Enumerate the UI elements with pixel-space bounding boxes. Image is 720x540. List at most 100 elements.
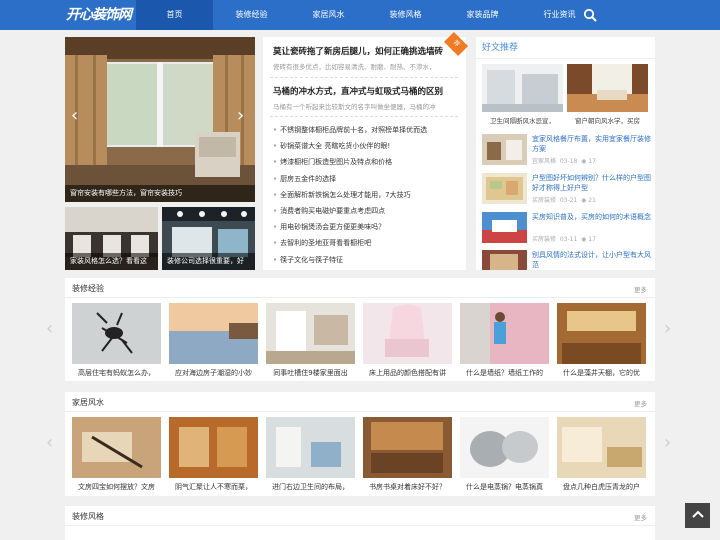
arrow-up-icon: [691, 510, 704, 518]
gallery-label[interactable]: 什么是墙纸？墙纸工作的: [460, 368, 549, 378]
article-thumb[interactable]: [482, 173, 527, 204]
carousel-next-arrow[interactable]: ›: [664, 432, 671, 453]
divider: [65, 525, 655, 526]
carousel-prev-arrow[interactable]: ‹: [46, 432, 53, 453]
back-to-top-button[interactable]: [685, 503, 710, 528]
gallery-image[interactable]: [169, 417, 258, 478]
gallery-image[interactable]: [363, 417, 452, 478]
article-meta: 买房装修 03-11 ◉ 17: [532, 236, 596, 243]
sub-pic-2-caption[interactable]: 装修公司选择很重要，好: [162, 253, 255, 270]
side-title: 好文推荐: [482, 43, 519, 53]
headline-desc-1: 瓷砖有很多优点，比如容易清洗、耐磨、耐热、不渗水，: [273, 63, 436, 71]
side-article-4[interactable]: 别具风情的法式设计，让小户型有大风范: [482, 250, 652, 270]
section-title: 家居风水: [72, 398, 104, 407]
gallery-image[interactable]: [557, 417, 646, 478]
article-title[interactable]: 户型图好坏如何辨别？什么样的户型图好才称得上好户型: [532, 173, 652, 193]
news-item[interactable]: 不锈钢整体橱柜品牌前十名，对照榜单择优而选: [273, 122, 459, 138]
side-pic-2[interactable]: [567, 64, 648, 112]
gallery-image[interactable]: [557, 303, 646, 364]
headline-news-list: 不锈钢整体橱柜品牌前十名，对照榜单择优而选 砂锅菜谱大全 亮瞎吃货小伙伴的眼! …: [273, 122, 459, 268]
main-slider[interactable]: ‹ › 窗帘安装有哪些方法，窗帘安装技巧: [65, 37, 255, 202]
gallery-image[interactable]: [169, 303, 258, 364]
section-title: 装修风格: [72, 512, 104, 521]
eye-icon: ◉: [581, 197, 587, 204]
side-pic-1-image: [482, 64, 563, 112]
gallery-label[interactable]: 文房四宝如何摆放？文房: [72, 482, 161, 492]
divider: [270, 116, 458, 117]
article-title[interactable]: 别具风情的法式设计，让小户型有大风范: [532, 250, 652, 270]
article-meta: 买房装修 03-21 ◉ 21: [532, 197, 596, 204]
gallery-label[interactable]: 盘点几种白虎压青龙的户: [557, 482, 646, 492]
more-link[interactable]: 更多: [634, 284, 647, 294]
news-item[interactable]: 全面解析新铁锅怎么处理才能用，7大技巧: [273, 187, 459, 203]
news-item[interactable]: 烤漆橱柜门板造型图片及特点和价格: [273, 154, 459, 170]
headline-desc-2: 马桶有一个听起来比较斯文的名字叫做坐便器，马桶的冲: [273, 103, 436, 111]
gallery-label[interactable]: 什么是藻井天棚，它的优: [557, 368, 646, 378]
side-article-2[interactable]: 户型图好坏如何辨别？什么样的户型图好才称得上好户型 买房装修 03-21 ◉ 2…: [482, 173, 652, 207]
headline-title-1[interactable]: 莫让瓷砖拖了新房后腿儿，如何正确挑选墙砖: [273, 45, 458, 57]
headline-title-2[interactable]: 马桶的冲水方式，直冲式与虹吸式马桶的区别: [273, 85, 458, 97]
article-title[interactable]: 宜家风格餐厅布置，实用宜家餐厅装修方案: [532, 134, 652, 154]
news-item[interactable]: 去智利的圣地亚哥看看橱柜吧: [273, 235, 459, 251]
eye-icon: ◉: [581, 158, 587, 165]
article-thumb[interactable]: [482, 134, 527, 165]
nav-fengshui[interactable]: 家居风水: [290, 0, 367, 30]
nav-decoration-style[interactable]: 装修风格: [367, 0, 444, 30]
nav-decoration-experience[interactable]: 装修经验: [213, 0, 290, 30]
gallery-label[interactable]: 高层住宅有蚂蚁怎么办，: [72, 368, 161, 378]
gallery-label[interactable]: 同事吐槽住9楼家里面出: [266, 368, 355, 378]
article-title[interactable]: 买房知识普及，买房的如何的术语概念: [532, 212, 652, 232]
main-nav: 首页 装修经验 家居风水 装修风格 家装品牌 行业资讯: [136, 0, 598, 30]
slider-next-arrow[interactable]: ›: [237, 107, 244, 125]
more-link[interactable]: 更多: [634, 398, 647, 408]
gallery-image[interactable]: [72, 417, 161, 478]
divider: [270, 77, 458, 78]
nav-home[interactable]: 首页: [136, 0, 213, 30]
carousel-prev-arrow[interactable]: ‹: [46, 318, 53, 339]
gallery-image[interactable]: [460, 417, 549, 478]
slider-caption[interactable]: 窗帘安装有哪些方法，窗帘安装技巧: [65, 185, 255, 202]
sub-pic-1-caption[interactable]: 家装风格怎么选？看看这: [65, 253, 158, 270]
divider: [65, 297, 655, 298]
side-pic-1-caption[interactable]: 卫生间隔断风水忌宣，: [482, 115, 563, 125]
slider-prev-arrow[interactable]: ‹: [71, 107, 78, 125]
slider-image: [65, 37, 255, 202]
gallery-image[interactable]: [266, 303, 355, 364]
site-logo[interactable]: 开心装饰网: [66, 6, 132, 24]
news-item[interactable]: 消费者购买电磁炉要重点考虑四点: [273, 203, 459, 219]
news-item[interactable]: 筷子文化与筷子特征: [273, 252, 459, 268]
gallery-image[interactable]: [266, 417, 355, 478]
gallery-label[interactable]: 应对海边房子潮湿的小妙: [169, 368, 258, 378]
gallery-image[interactable]: [460, 303, 549, 364]
divider: [65, 411, 655, 412]
carousel-next-arrow[interactable]: ›: [664, 318, 671, 339]
sub-pic-2[interactable]: 装修公司选择很重要，好: [162, 207, 255, 270]
more-link[interactable]: 更多: [634, 512, 647, 522]
gallery-label[interactable]: 进门右边卫生间的布局，: [266, 482, 355, 492]
gallery-image[interactable]: [363, 303, 452, 364]
side-pic-2-image: [567, 64, 648, 112]
article-thumb[interactable]: [482, 250, 527, 270]
news-item[interactable]: 用电砂锅煲汤会更方便更美味吗？: [273, 219, 459, 235]
side-pic-2-caption[interactable]: 窗户朝向风水学，买房: [567, 115, 648, 125]
nav-brands[interactable]: 家装品牌: [444, 0, 521, 30]
side-article-3[interactable]: 买房知识普及，买房的如何的术语概念 买房装修 03-11 ◉ 17: [482, 212, 652, 246]
article-thumb[interactable]: [482, 212, 527, 243]
section-decoration-style: 装修风格 更多: [65, 506, 655, 540]
divider: [476, 58, 655, 59]
news-item[interactable]: 砂锅菜谱大全 亮瞎吃货小伙伴的眼!: [273, 138, 459, 154]
gallery-label[interactable]: 什么是电蒸锅？电蒸锅真: [460, 482, 549, 492]
side-article-1[interactable]: 宜家风格餐厅布置，实用宜家餐厅装修方案 宜家风格 03-18 ◉ 17: [482, 134, 652, 168]
top-nav-bar: 开心装饰网 首页 装修经验 家居风水 装修风格 家装品牌 行业资讯: [0, 0, 720, 30]
search-icon[interactable]: [583, 8, 597, 22]
article-meta: 宜家风格 03-18 ◉ 17: [532, 158, 596, 165]
side-pic-1[interactable]: [482, 64, 563, 112]
section-title: 装修经验: [72, 284, 104, 293]
eye-icon: ◉: [581, 236, 587, 243]
gallery-label[interactable]: 阴气汇聚让人不寒而栗，: [169, 482, 258, 492]
sub-pic-1[interactable]: 家装风格怎么选？看看这: [65, 207, 158, 270]
gallery-label[interactable]: 床上用品的颜色搭配有讲: [363, 368, 452, 378]
gallery-image[interactable]: [72, 303, 161, 364]
gallery-label[interactable]: 书房书桌对着床好不好？: [363, 482, 452, 492]
news-item[interactable]: 厨房五金件的选择: [273, 171, 459, 187]
